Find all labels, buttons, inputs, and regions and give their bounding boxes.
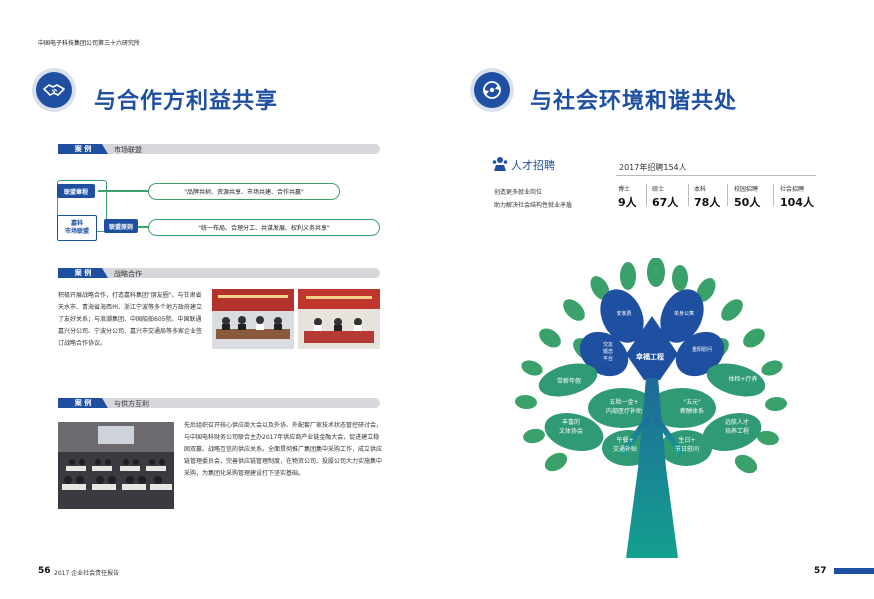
- tree-label-birthday: 生日+ 节日慰问: [674, 437, 699, 453]
- recycle-icon: [474, 72, 510, 108]
- stat-val-phd: 9人: [618, 196, 637, 209]
- conference-photo: [58, 422, 174, 509]
- tree-label-leave: 带薪年假: [556, 378, 581, 385]
- stat-head-social: 社会招聘: [780, 186, 805, 193]
- stat-val-master: 67人: [652, 196, 679, 209]
- tree-label-health: 体检+疗养: [728, 376, 758, 383]
- stat-val-campus: 50人: [734, 196, 761, 209]
- case-name-1: 市场联盟: [114, 146, 142, 154]
- tree-label-talent: 远航人才 培养工程: [724, 419, 749, 435]
- case-tag-1: 案 例: [58, 144, 108, 154]
- stat-head-campus: 校园招聘: [734, 186, 759, 193]
- page-header-title: 中国电子科技集团公司第三十六研究所: [38, 40, 141, 47]
- recruit-total: 2017年招聘154人: [619, 163, 687, 172]
- case-tag-3: 案 例: [58, 398, 108, 408]
- tree-label-meal: 午餐+ 交通补贴: [612, 437, 637, 453]
- stats-divider: [616, 175, 816, 176]
- supplier-text: 先后组织召开核心供应商大会以及外协、外配套厂家技术状态管控研讨会，与中国电科财务…: [184, 422, 383, 477]
- alliance-name-box: 嘉科 市场联盟: [57, 215, 97, 241]
- alliance-principle-box: 联盟原则: [104, 219, 138, 233]
- signing-photo-1: [212, 289, 294, 349]
- talent-desc-2: 助力解决社会结构性就业矛盾: [494, 202, 573, 209]
- stat-val-social: 104人: [780, 196, 814, 209]
- alliance-slogan-1: "品牌共树、资源共享、市场共建、合作共赢": [148, 183, 340, 200]
- handshake-icon: [36, 72, 72, 108]
- stat-head-bachelor: 本科: [694, 186, 707, 193]
- stat-divider: [773, 184, 774, 206]
- section-title-partners: 与合作方利益共享: [94, 89, 279, 114]
- strategic-cooperation-text: 积极开展战略合作，打造嘉科集团"朋友圈"。与甘肃省天水市、青海省海西州、浙江宁波…: [58, 292, 203, 347]
- footer-accent-bar: [834, 568, 874, 574]
- footer-report-title: 2017 企业社会责任报告: [54, 570, 120, 577]
- tree-label-chongyang: 重阳慰问: [691, 347, 712, 353]
- stat-divider: [727, 184, 728, 206]
- section-title-society: 与社会环境和谐共处: [530, 89, 738, 114]
- talent-label: 人才招聘: [511, 159, 555, 172]
- case-name-2: 战略合作: [114, 270, 142, 278]
- tree-label-dating: 交友 婚恋 平台: [602, 342, 613, 362]
- stat-divider: [646, 184, 647, 206]
- tree-label-apartment: 单身公寓: [673, 311, 694, 317]
- stat-val-bachelor: 78人: [694, 196, 721, 209]
- stat-head-phd: 博士: [618, 186, 631, 193]
- tree-label-culture: 丰富的 文体协会: [558, 419, 583, 435]
- people-icon: [492, 156, 508, 176]
- tree-label-insurance: 五险一金+ 内部医疗补助: [605, 399, 642, 415]
- page-number-right: 57: [814, 566, 827, 576]
- stat-divider: [688, 184, 689, 206]
- alliance-charter-box: 联盟章程: [57, 184, 95, 198]
- tree-label-happiness: 幸福工程: [636, 353, 664, 361]
- signing-photo-2: [298, 289, 380, 349]
- alliance-slogan-2: "统一布局、合理分工、共谋发展、权利义务共享": [148, 219, 380, 236]
- case-name-3: 与供方互利: [114, 400, 149, 408]
- page-number-left: 56: [38, 566, 51, 576]
- stat-head-master: 硕士: [652, 186, 665, 193]
- talent-desc-1: 创造更多就业岗位: [494, 189, 543, 196]
- tree-label-housing: 安家费: [616, 311, 632, 317]
- tree-label-salary: "五元" 薪酬体系: [679, 399, 704, 415]
- case-tag-2: 案 例: [58, 268, 108, 278]
